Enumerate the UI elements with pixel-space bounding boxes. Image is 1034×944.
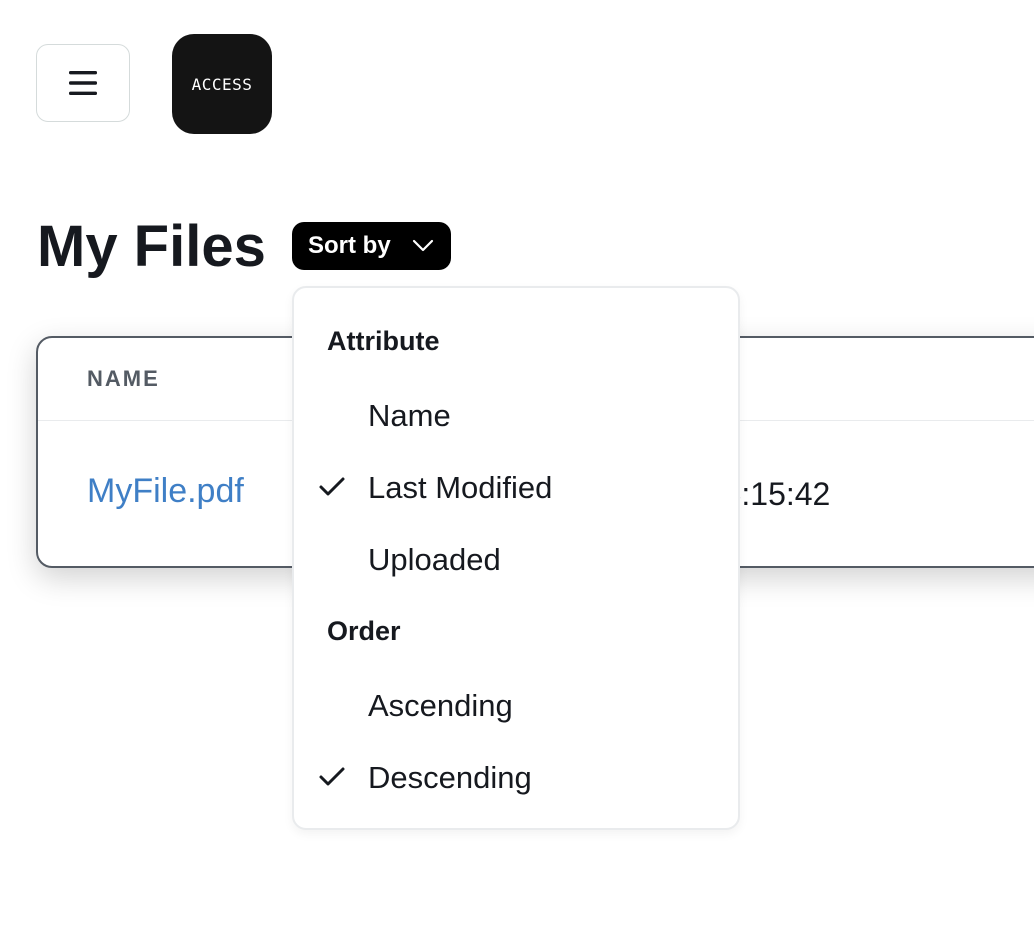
sort-option-last-modified[interactable]: Last Modified [294, 458, 738, 518]
option-label: Descending [368, 760, 532, 795]
column-header-name[interactable]: NAME [87, 366, 160, 392]
sort-by-label: Sort by [308, 232, 391, 259]
logo-text: ACCESS [191, 74, 253, 94]
sort-dropdown-menu: Attribute Name Last Modified Uploaded Or… [292, 286, 740, 830]
logo[interactable]: ACCESS [172, 34, 272, 134]
file-link[interactable]: MyFile.pdf [87, 472, 244, 511]
menu-button[interactable] [36, 44, 130, 122]
sort-option-uploaded[interactable]: Uploaded [294, 530, 738, 590]
sort-option-ascending[interactable]: Ascending [294, 676, 738, 736]
checkmark-icon [319, 477, 345, 496]
page-title: My Files [37, 214, 266, 279]
group-label-order: Order [327, 616, 401, 646]
option-label: Name [368, 398, 451, 433]
option-label: Ascending [368, 688, 513, 723]
sort-option-name[interactable]: Name [294, 386, 738, 446]
sort-option-descending[interactable]: Descending [294, 748, 738, 808]
sort-by-button[interactable]: Sort by [292, 222, 451, 270]
hamburger-icon [69, 71, 97, 95]
checkmark-icon [319, 767, 345, 786]
option-label: Uploaded [368, 542, 501, 577]
chevron-down-icon [412, 239, 434, 252]
option-label: Last Modified [368, 470, 553, 505]
group-label-attribute: Attribute [327, 326, 440, 356]
